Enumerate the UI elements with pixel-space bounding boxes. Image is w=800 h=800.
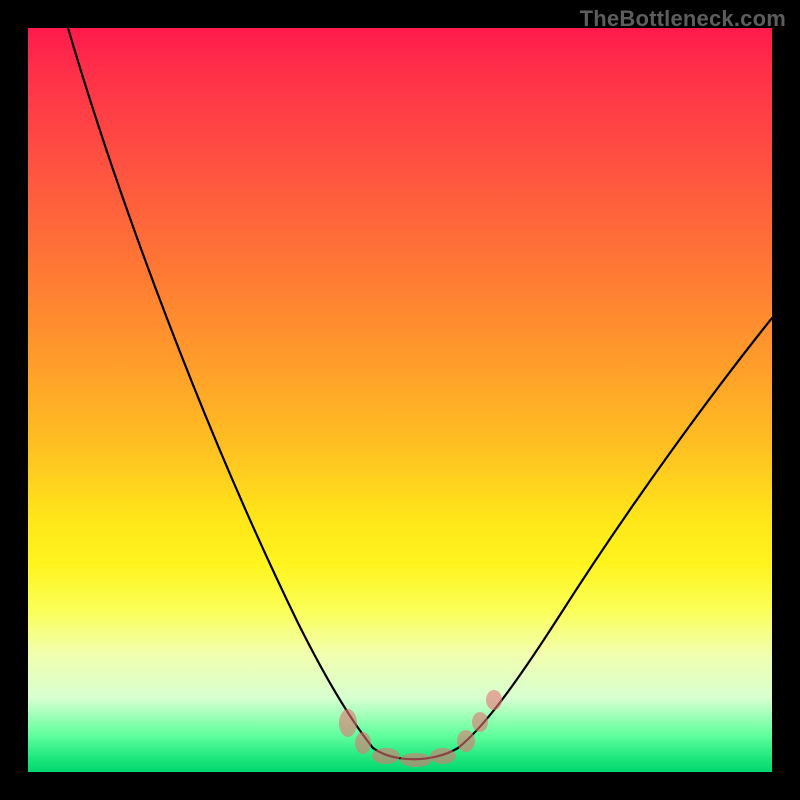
plot-area	[28, 28, 772, 772]
valley-highlight-dots	[339, 690, 502, 767]
chart-frame: TheBottleneck.com	[0, 0, 800, 800]
curve-layer	[28, 28, 772, 772]
left-curve	[68, 28, 373, 748]
right-curve	[458, 318, 772, 748]
